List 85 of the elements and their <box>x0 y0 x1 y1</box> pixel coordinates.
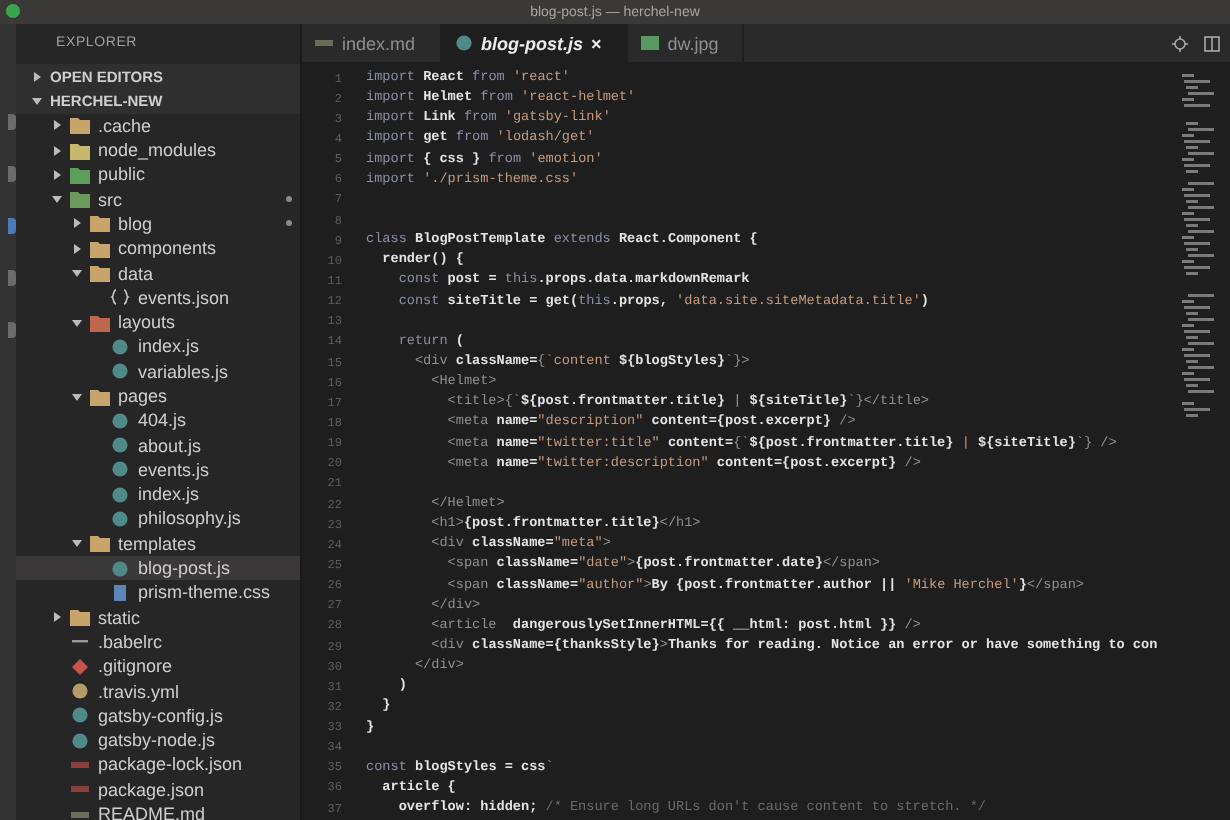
file-name: data <box>118 263 154 284</box>
file-name: blog <box>118 213 153 234</box>
folder-icon <box>90 387 110 405</box>
file-name: components <box>118 238 217 259</box>
file-name: blog-post.js <box>138 558 231 579</box>
caret-icon[interactable] <box>52 169 62 180</box>
image-icon <box>639 34 660 52</box>
file-name: package-lock.json <box>98 754 243 775</box>
tree-item[interactable]: about.js <box>16 432 300 458</box>
tree-item[interactable]: layouts <box>16 309 300 335</box>
tree-item[interactable]: 404.js <box>16 408 300 433</box>
split-editor-icon[interactable] <box>1204 35 1220 51</box>
file-name: events.json <box>138 287 230 308</box>
file-name: package.json <box>98 779 205 800</box>
caret-icon[interactable] <box>52 194 62 205</box>
file-name: layouts <box>118 312 176 333</box>
file-name: public <box>98 164 146 185</box>
file-name: index.js <box>138 336 200 357</box>
file-name: events.js <box>138 459 210 480</box>
close-button[interactable]: × <box>591 33 602 53</box>
tree-item[interactable]: data <box>16 260 300 286</box>
diamond-icon <box>70 657 90 676</box>
tree-item[interactable]: components <box>16 236 300 261</box>
caret-icon[interactable] <box>32 95 42 106</box>
file-icon <box>453 34 474 52</box>
tree-item[interactable]: blog-post.js <box>16 555 300 581</box>
editor-tab[interactable]: blog-post.js × <box>441 24 628 62</box>
tree-item[interactable]: gatsby-node.js <box>16 728 300 753</box>
folder-icon <box>90 313 110 332</box>
tree-item[interactable]: pages <box>16 383 300 409</box>
braces-icon <box>110 288 130 307</box>
tree-item[interactable]: blog <box>16 211 300 237</box>
caret-icon[interactable] <box>32 71 42 82</box>
window-button[interactable] <box>6 4 20 18</box>
folder-icon <box>70 608 90 627</box>
file-name: .babelrc <box>98 631 163 652</box>
file-name: README.md <box>98 804 206 820</box>
tree-item[interactable]: .travis.yml <box>16 678 300 704</box>
tree-item[interactable]: prism-theme.css <box>16 580 300 606</box>
tree-item[interactable]: index.js <box>16 482 300 507</box>
tree-item[interactable]: variables.js <box>16 359 300 384</box>
tree-item[interactable]: events.js <box>16 457 300 483</box>
tree-item[interactable]: philosophy.js <box>16 506 300 532</box>
caret-icon[interactable] <box>52 120 62 131</box>
file-name: index.js <box>138 484 200 505</box>
editor-tab[interactable]: dw.jpg <box>627 24 745 62</box>
file-name: .cache <box>98 115 152 136</box>
tree-item[interactable]: static <box>16 605 300 630</box>
file-name: gatsby-node.js <box>98 730 216 751</box>
tree-item[interactable]: index.js <box>16 334 300 360</box>
file-name: prism-theme.css <box>138 582 271 603</box>
file-name: static <box>98 607 141 628</box>
tree-item[interactable]: package-lock.json <box>16 752 300 778</box>
file-name: .gitignore <box>98 656 173 677</box>
caret-icon[interactable] <box>72 243 82 254</box>
caret-icon[interactable] <box>72 317 82 328</box>
caret-icon[interactable] <box>72 218 82 229</box>
tree-item[interactable]: templates <box>16 531 300 556</box>
tree-item[interactable]: events.json <box>16 285 300 310</box>
tree-item[interactable]: .gitignore <box>16 654 300 679</box>
file-icon <box>314 34 334 52</box>
caret-icon[interactable] <box>72 268 82 279</box>
file-name: gatsby-config.js <box>98 705 224 726</box>
caret-icon[interactable] <box>72 391 82 401</box>
file-name: node_modules <box>98 140 217 161</box>
file-name: variables.js <box>138 361 229 382</box>
tree-item[interactable]: package.json <box>16 777 300 802</box>
file-name: src <box>98 189 122 210</box>
tree-item[interactable]: node_modules <box>16 137 300 163</box>
file-name: pages <box>118 386 168 406</box>
preview-icon[interactable] <box>1172 35 1188 51</box>
caret-icon[interactable] <box>52 145 62 156</box>
tree-item[interactable]: .babelrc <box>16 629 300 655</box>
tree-item[interactable]: README.md <box>16 801 300 820</box>
file-name: .travis.yml <box>98 681 179 702</box>
file-name: about.js <box>138 435 202 456</box>
file-name: philosophy.js <box>138 508 241 529</box>
file-name: 404.js <box>138 410 187 431</box>
caret-icon[interactable] <box>72 538 82 549</box>
tree-item[interactable]: gatsby-config.js <box>16 703 300 729</box>
file-name: templates <box>118 533 197 554</box>
tree-item[interactable]: src <box>16 186 300 212</box>
tree-item[interactable]: .cache <box>16 113 300 138</box>
tree-item[interactable]: public <box>16 162 300 187</box>
caret-icon[interactable] <box>52 612 62 623</box>
